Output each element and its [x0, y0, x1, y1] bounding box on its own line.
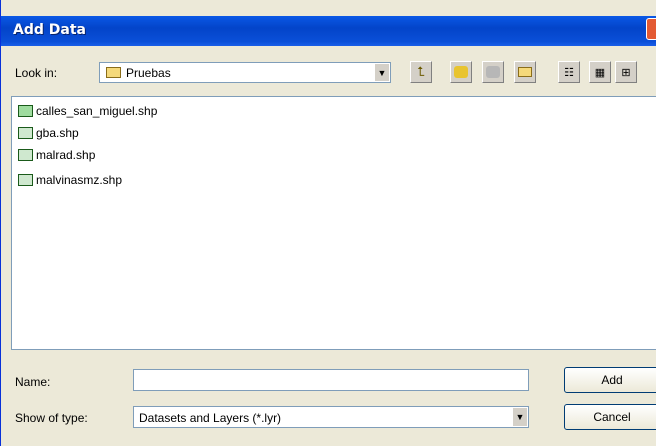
look-in-value: Pruebas	[126, 66, 171, 80]
chevron-down-icon[interactable]: ▼	[512, 408, 527, 426]
list-item[interactable]: malvinasmz.shp	[18, 172, 122, 188]
name-label: Name:	[15, 375, 51, 389]
details-view-button[interactable]: ▦	[589, 61, 611, 83]
connect-folder-icon	[454, 66, 468, 78]
file-name: calles_san_miguel.shp	[36, 104, 158, 118]
new-folder-icon	[518, 67, 532, 77]
up-one-level-button[interactable]: ⮤	[410, 61, 432, 83]
look-in-label: Look in:	[15, 66, 58, 80]
up-arrow-icon: ⮤	[417, 64, 425, 79]
close-icon[interactable]	[646, 18, 656, 40]
file-name: malrad.shp	[36, 148, 96, 162]
details-view-icon: ▦	[594, 66, 606, 79]
disconnect-folder-icon	[486, 66, 500, 78]
file-name: malvinasmz.shp	[36, 173, 123, 187]
line-shapefile-icon	[18, 105, 33, 117]
list-view-icon: ☷	[564, 66, 574, 79]
connect-to-folder-button[interactable]	[450, 61, 472, 83]
show-of-type-label: Show of type:	[15, 411, 88, 425]
list-item[interactable]: gba.shp	[18, 125, 79, 141]
file-list[interactable]: calles_san_miguel.shp gba.shp malrad.shp…	[11, 96, 656, 350]
cancel-button-label: Cancel	[593, 410, 631, 424]
new-folder-button[interactable]	[514, 61, 536, 83]
window-title: Add Data	[13, 22, 86, 38]
disconnect-folder-button	[482, 61, 504, 83]
add-button-label: Add	[601, 373, 623, 387]
thumbnails-view-button[interactable]: ⊞	[615, 61, 637, 83]
polygon-shapefile-icon	[18, 174, 33, 186]
thumbnails-icon: ⊞	[621, 66, 631, 79]
title-bar[interactable]: Add Data	[1, 16, 656, 46]
add-data-dialog: Add Data Look in: Pruebas ▼ ⮤ ☷ ▦ ⊞ call…	[0, 0, 656, 446]
list-view-button[interactable]: ☷	[558, 61, 580, 83]
show-of-type-value: Datasets and Layers (*.lyr)	[139, 411, 282, 425]
add-button[interactable]: Add	[564, 367, 656, 393]
show-of-type-select[interactable]: Datasets and Layers (*.lyr) ▼	[133, 406, 529, 428]
list-item[interactable]: malrad.shp	[18, 147, 95, 163]
polygon-shapefile-icon	[18, 127, 33, 139]
chevron-down-icon[interactable]: ▼	[374, 64, 389, 81]
polygon-shapefile-icon	[18, 149, 33, 161]
cancel-button[interactable]: Cancel	[564, 404, 656, 430]
name-field[interactable]	[133, 369, 529, 391]
list-item[interactable]: calles_san_miguel.shp	[18, 103, 157, 119]
look-in-select[interactable]: Pruebas ▼	[99, 62, 391, 83]
file-name: gba.shp	[36, 126, 79, 140]
folder-icon	[106, 67, 121, 78]
